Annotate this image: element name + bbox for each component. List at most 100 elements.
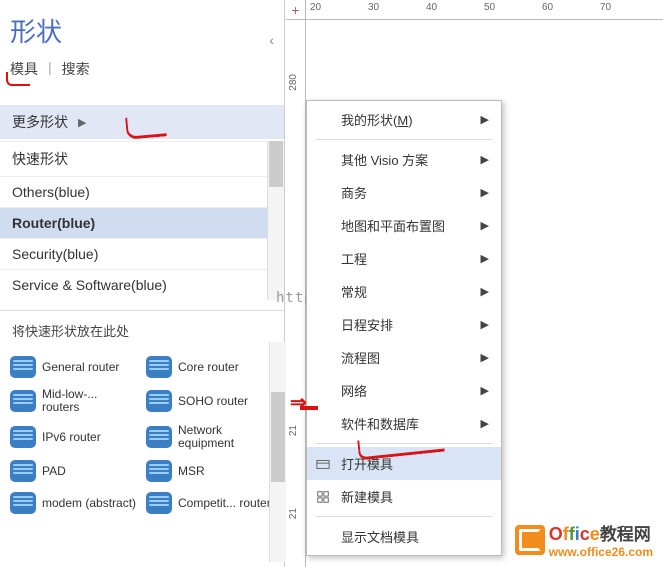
shape-label: Mid-low-... routers [42, 388, 138, 414]
menu-item[interactable]: 显示文档模具 [307, 520, 501, 553]
menu-item-label: 流程图 [341, 348, 380, 367]
router-shape-icon [10, 426, 36, 448]
router-shape-icon [10, 492, 36, 514]
ruler-tick: 50 [484, 2, 495, 13]
ruler-tick: 20 [310, 2, 321, 13]
collapse-icon[interactable]: ‹ [269, 32, 274, 48]
shape-item[interactable]: PAD [8, 456, 140, 486]
shape-item[interactable]: General router [8, 352, 140, 382]
new-stencil-icon [315, 489, 331, 505]
stencil-item[interactable]: Security(blue) [0, 238, 284, 269]
router-shape-icon [146, 460, 172, 482]
router-shape-icon [146, 426, 172, 448]
shape-item[interactable]: MSR [144, 456, 276, 486]
menu-item[interactable]: 网络 ▶ [307, 374, 501, 407]
shape-item[interactable]: Competit... router [144, 488, 276, 518]
more-shapes-label: 更多形状 [12, 112, 68, 132]
menu-item-label: 常规 [341, 282, 367, 301]
annotation-mark [300, 406, 318, 410]
shape-item[interactable]: modem (abstract) [8, 488, 140, 518]
scrollbar-thumb[interactable] [269, 141, 283, 187]
quick-shapes-drop-area: 将快速形状放在此处 [0, 310, 284, 348]
shape-item[interactable]: Mid-low-... routers [8, 384, 140, 418]
menu-item[interactable]: 其他 Visio 方案 ▶ [307, 143, 501, 176]
brand-watermark: Office教程网 www.office26.com [515, 520, 653, 559]
menu-item[interactable]: 商务 ▶ [307, 176, 501, 209]
ruler-origin-icon: + [286, 0, 306, 20]
shape-item[interactable]: IPv6 router [8, 420, 140, 454]
shape-item[interactable]: Network equipment [144, 420, 276, 454]
router-shape-icon [10, 390, 36, 412]
shape-item[interactable]: Core router [144, 352, 276, 382]
shape-label: MSR [178, 465, 205, 478]
menu-item[interactable]: 新建模具 [307, 480, 501, 513]
tab-search[interactable]: 搜索 [62, 59, 90, 79]
shape-label: PAD [42, 465, 66, 478]
panel-title: 形状 [0, 0, 284, 53]
shape-label: modem (abstract) [42, 497, 136, 510]
chevron-right-icon: ▶ [481, 252, 489, 265]
open-stencil-icon [315, 456, 331, 472]
menu-item-label: 日程安排 [341, 315, 393, 334]
ruler-tick: 40 [426, 2, 437, 13]
shape-label: SOHO router [178, 395, 248, 408]
chevron-right-icon: ▶ [481, 417, 489, 430]
menu-item-label: 其他 Visio 方案 [341, 150, 428, 169]
ruler-tick: 21 [288, 508, 299, 519]
menu-item[interactable]: 常规 ▶ [307, 275, 501, 308]
menu-item[interactable]: 日程安排 ▶ [307, 308, 501, 341]
menu-item-label: 地图和平面布置图 [341, 216, 445, 235]
menu-separator [315, 139, 493, 140]
chevron-right-icon: ▶ [481, 219, 489, 232]
menu-item-label: 我的形状(M) [341, 110, 413, 129]
menu-item-label: 显示文档模具 [341, 527, 419, 546]
stencil-item[interactable]: Router(blue) [0, 207, 284, 238]
chevron-right-icon: ▶ [481, 186, 489, 199]
ruler-tick: 70 [600, 2, 611, 13]
scrollbar-thumb[interactable] [271, 392, 285, 482]
stencil-item[interactable]: 快速形状 [0, 141, 284, 176]
menu-separator [315, 516, 493, 517]
brand-logo-icon [515, 525, 545, 555]
menu-item-label: 工程 [341, 249, 367, 268]
chevron-right-icon: ▶ [481, 351, 489, 364]
shape-item[interactable]: SOHO router [144, 384, 276, 418]
chevron-right-icon: ▶ [481, 318, 489, 331]
chevron-right-icon: ▶ [78, 116, 86, 129]
chevron-right-icon: ▶ [481, 113, 489, 126]
menu-item-label: 新建模具 [341, 487, 393, 506]
annotation-mark: ⇒ [290, 390, 307, 415]
menu-item-label: 网络 [341, 381, 367, 400]
router-shape-icon [146, 492, 172, 514]
menu-item[interactable]: 工程 ▶ [307, 242, 501, 275]
brand-url: www.office26.com [549, 545, 653, 559]
ruler-tick: 60 [542, 2, 553, 13]
router-shape-icon [146, 390, 172, 412]
annotation-mark [125, 114, 167, 139]
menu-item-label: 商务 [341, 183, 367, 202]
stencil-item[interactable]: Others(blue) [0, 176, 284, 207]
router-shape-icon [10, 460, 36, 482]
menu-item[interactable]: 我的形状(M) ▶ [307, 103, 501, 136]
shape-label: IPv6 router [42, 431, 101, 444]
router-shape-icon [146, 356, 172, 378]
shape-label: Competit... router [178, 497, 271, 510]
ruler-tick: 21 [288, 425, 299, 436]
chevron-right-icon: ▶ [481, 384, 489, 397]
shape-label: Network equipment [178, 424, 274, 450]
chevron-right-icon: ▶ [481, 153, 489, 166]
annotation-mark [6, 72, 30, 86]
ruler-tick: 30 [368, 2, 379, 13]
menu-item[interactable]: 流程图 ▶ [307, 341, 501, 374]
scrollbar[interactable] [267, 141, 284, 300]
scrollbar[interactable] [269, 342, 286, 562]
horizontal-ruler: 20 30 40 50 60 70 [306, 0, 663, 20]
chevron-right-icon: ▶ [481, 285, 489, 298]
stencil-item[interactable]: Service & Software(blue) [0, 269, 284, 300]
tab-separator: | [48, 59, 52, 79]
menu-item-label: 软件和数据库 [341, 414, 419, 433]
menu-item[interactable]: 地图和平面布置图 ▶ [307, 209, 501, 242]
ruler-tick: 280 [288, 74, 299, 91]
shape-label: Core router [178, 361, 239, 374]
shape-label: General router [42, 361, 119, 374]
